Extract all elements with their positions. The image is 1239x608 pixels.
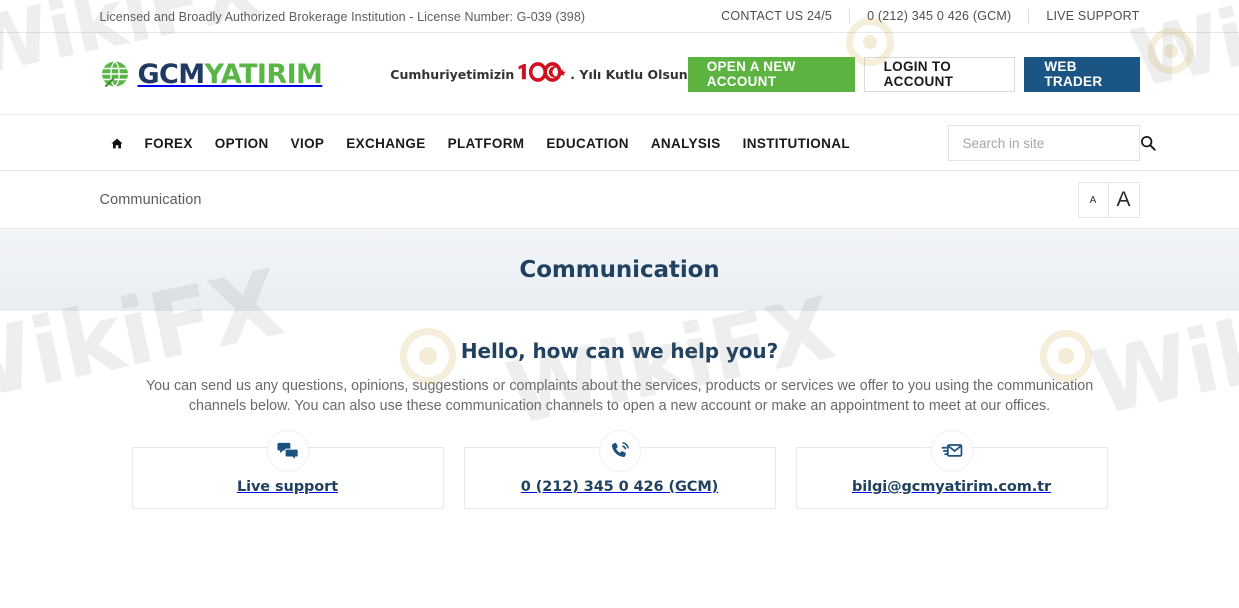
main-navigation: FOREX OPTION VIOP EXCHANGE PLATFORM EDUC… [0,115,1239,171]
nav-item-exchange[interactable]: EXCHANGE [335,136,436,151]
font-size-decrease-button[interactable]: A [1078,183,1109,217]
content-intro-text: You can send us any questions, opinions,… [145,378,1094,414]
search-icon[interactable] [1140,135,1156,151]
live-support-link[interactable]: LIVE SUPPORT [1029,9,1139,24]
nav-item-education[interactable]: EDUCATION [535,136,639,151]
centennial-100-logo [517,61,567,88]
card-label: 0 (212) 345 0 426 (GCM) [520,479,719,495]
login-to-account-button[interactable]: LOGIN TO ACCOUNT [863,56,1016,92]
globe-icon [100,59,134,89]
page-banner: Communication [0,229,1239,311]
web-trader-button[interactable]: WEB TRADER [1024,56,1140,92]
phone-ring-icon [598,430,641,472]
font-size-increase-button[interactable]: A [1108,183,1139,217]
font-size-controls: A A [1077,182,1140,218]
nav-item-institutional[interactable]: INSTITUTIONAL [732,136,861,151]
logo-text-yatirim: YATIRIM [204,58,323,90]
card-label: Live support [236,479,339,495]
nav-item-analysis[interactable]: ANALYSIS [640,136,732,151]
card-phone[interactable]: 0 (212) 345 0 426 (GCM) [463,430,776,509]
contact-channel-cards: Live support 0 (212) 345 0 426 (GCM) bil… [131,430,1108,509]
breadcrumb: Communication [99,192,202,208]
logo-text-gcm: GCM [137,58,206,90]
site-search[interactable] [947,125,1156,161]
page-root: Licensed and Broadly Authorized Brokerag… [0,0,1239,608]
card-label: bilgi@gcmyatirim.com.tr [851,479,1052,495]
nav-item-platform[interactable]: PLATFORM [437,136,536,151]
nav-item-viop[interactable]: VIOP [280,136,336,151]
open-new-account-button[interactable]: OPEN A NEW ACCOUNT [687,56,855,92]
top-links: CONTACT US 24/5 0 (212) 345 0 426 (GCM) … [704,9,1139,24]
centennial-banner: Cumhuriyetimizin . Yılı Kutlu Olsun [390,61,688,88]
page-title: Communication [519,257,720,283]
contact-us-link[interactable]: CONTACT US 24/5 [704,9,851,24]
nav-list: FOREX OPTION VIOP EXCHANGE PLATFORM EDUC… [100,128,861,158]
header-actions: OPEN A NEW ACCOUNT LOGIN TO ACCOUNT WEB … [687,56,1140,92]
top-utility-bar: Licensed and Broadly Authorized Brokerag… [0,0,1239,33]
nav-item-forex[interactable]: FOREX [134,136,204,151]
chat-bubbles-icon [266,430,309,472]
content-heading: Hello, how can we help you? [460,339,779,363]
main-content: Hello, how can we help you? You can send… [0,311,1239,509]
site-header: GCMYATIRIM Cumhuriyetimizin . Yılı Kutlu… [0,33,1239,115]
site-logo[interactable]: GCMYATIRIM [100,59,323,89]
breadcrumb-bar: Communication A A [0,171,1239,229]
phone-link[interactable]: 0 (212) 345 0 426 (GCM) [850,9,1030,24]
search-input[interactable] [962,135,1140,151]
centennial-suffix: . Yılı Kutlu Olsun [570,66,688,82]
centennial-prefix: Cumhuriyetimizin [390,66,515,82]
card-live-support[interactable]: Live support [131,430,444,509]
home-icon[interactable] [100,128,134,158]
card-email[interactable]: bilgi@gcmyatirim.com.tr [795,430,1108,509]
license-notice: Licensed and Broadly Authorized Brokerag… [99,9,586,24]
nav-item-option[interactable]: OPTION [204,136,280,151]
envelope-icon [930,430,973,472]
